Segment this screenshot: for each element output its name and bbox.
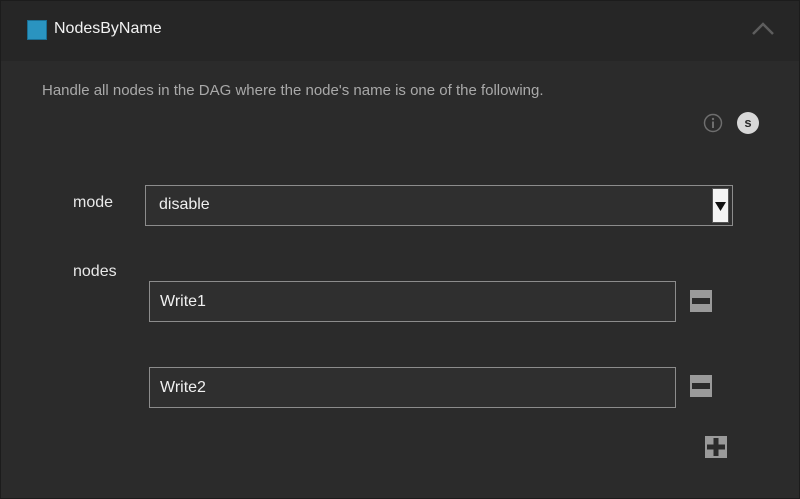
node-name-input-2[interactable] [149,367,676,408]
add-node-button[interactable] [705,436,727,458]
remove-node-button-1[interactable] [690,290,712,312]
s-badge-button[interactable]: s [737,112,759,134]
panel-header: NodesByName [1,1,799,61]
dropdown-arrow-button[interactable] [712,188,729,223]
plus-icon [705,436,727,458]
panel-title: NodesByName [54,20,162,37]
chevron-up-icon [752,22,774,35]
nodes-label: nodes [73,263,117,280]
node-name-input-1[interactable] [149,281,676,322]
nodes-by-name-panel: NodesByName Handle all nodes in the DAG … [0,0,800,499]
mode-select[interactable]: disable [145,185,733,226]
mode-label: mode [73,194,114,211]
node-color-swatch [27,20,47,40]
minus-icon [690,290,712,312]
mode-select-value: disable [159,196,210,213]
collapse-button[interactable] [750,18,776,40]
panel-description: Handle all nodes in the DAG where the no… [42,82,544,99]
remove-node-button-2[interactable] [690,375,712,397]
info-button[interactable] [703,113,723,133]
info-icon [703,113,723,133]
triangle-down-icon [715,202,726,211]
minus-icon [690,375,712,397]
